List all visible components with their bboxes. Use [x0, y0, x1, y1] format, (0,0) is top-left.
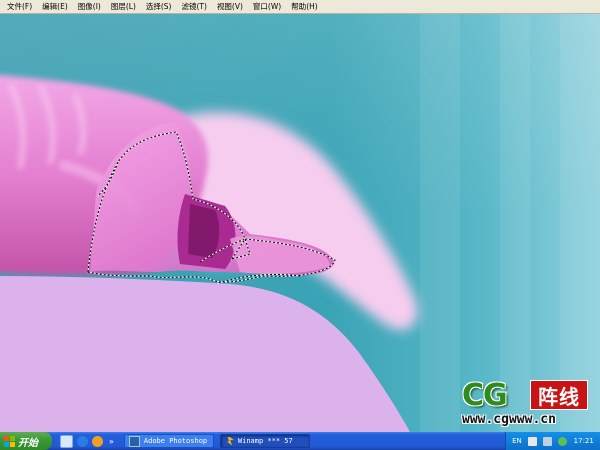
task-label: Adobe Photoshop [143, 437, 208, 445]
windows-flag-icon [4, 435, 15, 447]
canvas-artwork [0, 14, 600, 432]
desktop-icon[interactable] [60, 434, 73, 448]
clock: 17:21 [573, 437, 594, 445]
help-icon[interactable] [528, 436, 537, 446]
menu-view[interactable]: 视图(V) [212, 1, 248, 13]
task-label: Winamp *** 57 [237, 437, 293, 445]
taskbar-item-photoshop[interactable]: Adobe Photoshop [123, 434, 214, 448]
menu-window[interactable]: 窗口(W) [248, 1, 286, 13]
start-button[interactable]: 开始 [0, 432, 52, 450]
menu-edit[interactable]: 编辑(E) [37, 1, 73, 13]
language-indicator[interactable]: EN [512, 437, 522, 445]
quick-launch: » [60, 434, 114, 448]
menu-image[interactable]: 图像(I) [73, 1, 106, 13]
taskbar-item-winamp[interactable]: Winamp *** 57 [219, 434, 310, 448]
menu-select[interactable]: 选择(S) [141, 1, 177, 13]
menu-filter[interactable]: 滤镜(T) [177, 1, 212, 13]
menu-bar: 文件(F) 编辑(E) 图像(I) 图层(L) 选择(S) 滤镜(T) 视图(V… [0, 0, 600, 14]
network-icon[interactable] [558, 436, 568, 446]
start-label: 开始 [18, 437, 38, 449]
document-canvas[interactable] [0, 14, 600, 432]
taskbar: 开始 » Adobe Photoshop Winamp *** 57 EN 17… [0, 432, 600, 450]
quicklaunch-more-icon[interactable]: » [109, 437, 114, 446]
winamp-icon [226, 436, 234, 446]
volume-icon[interactable] [543, 436, 553, 446]
media-player-icon[interactable] [92, 435, 103, 447]
menu-layer[interactable]: 图层(L) [106, 1, 141, 13]
ie-icon[interactable] [77, 435, 88, 447]
menu-help[interactable]: 帮助(H) [286, 1, 323, 13]
photoshop-icon [128, 435, 140, 447]
system-tray: EN 17:21 [505, 432, 600, 450]
menu-file[interactable]: 文件(F) [2, 1, 37, 13]
